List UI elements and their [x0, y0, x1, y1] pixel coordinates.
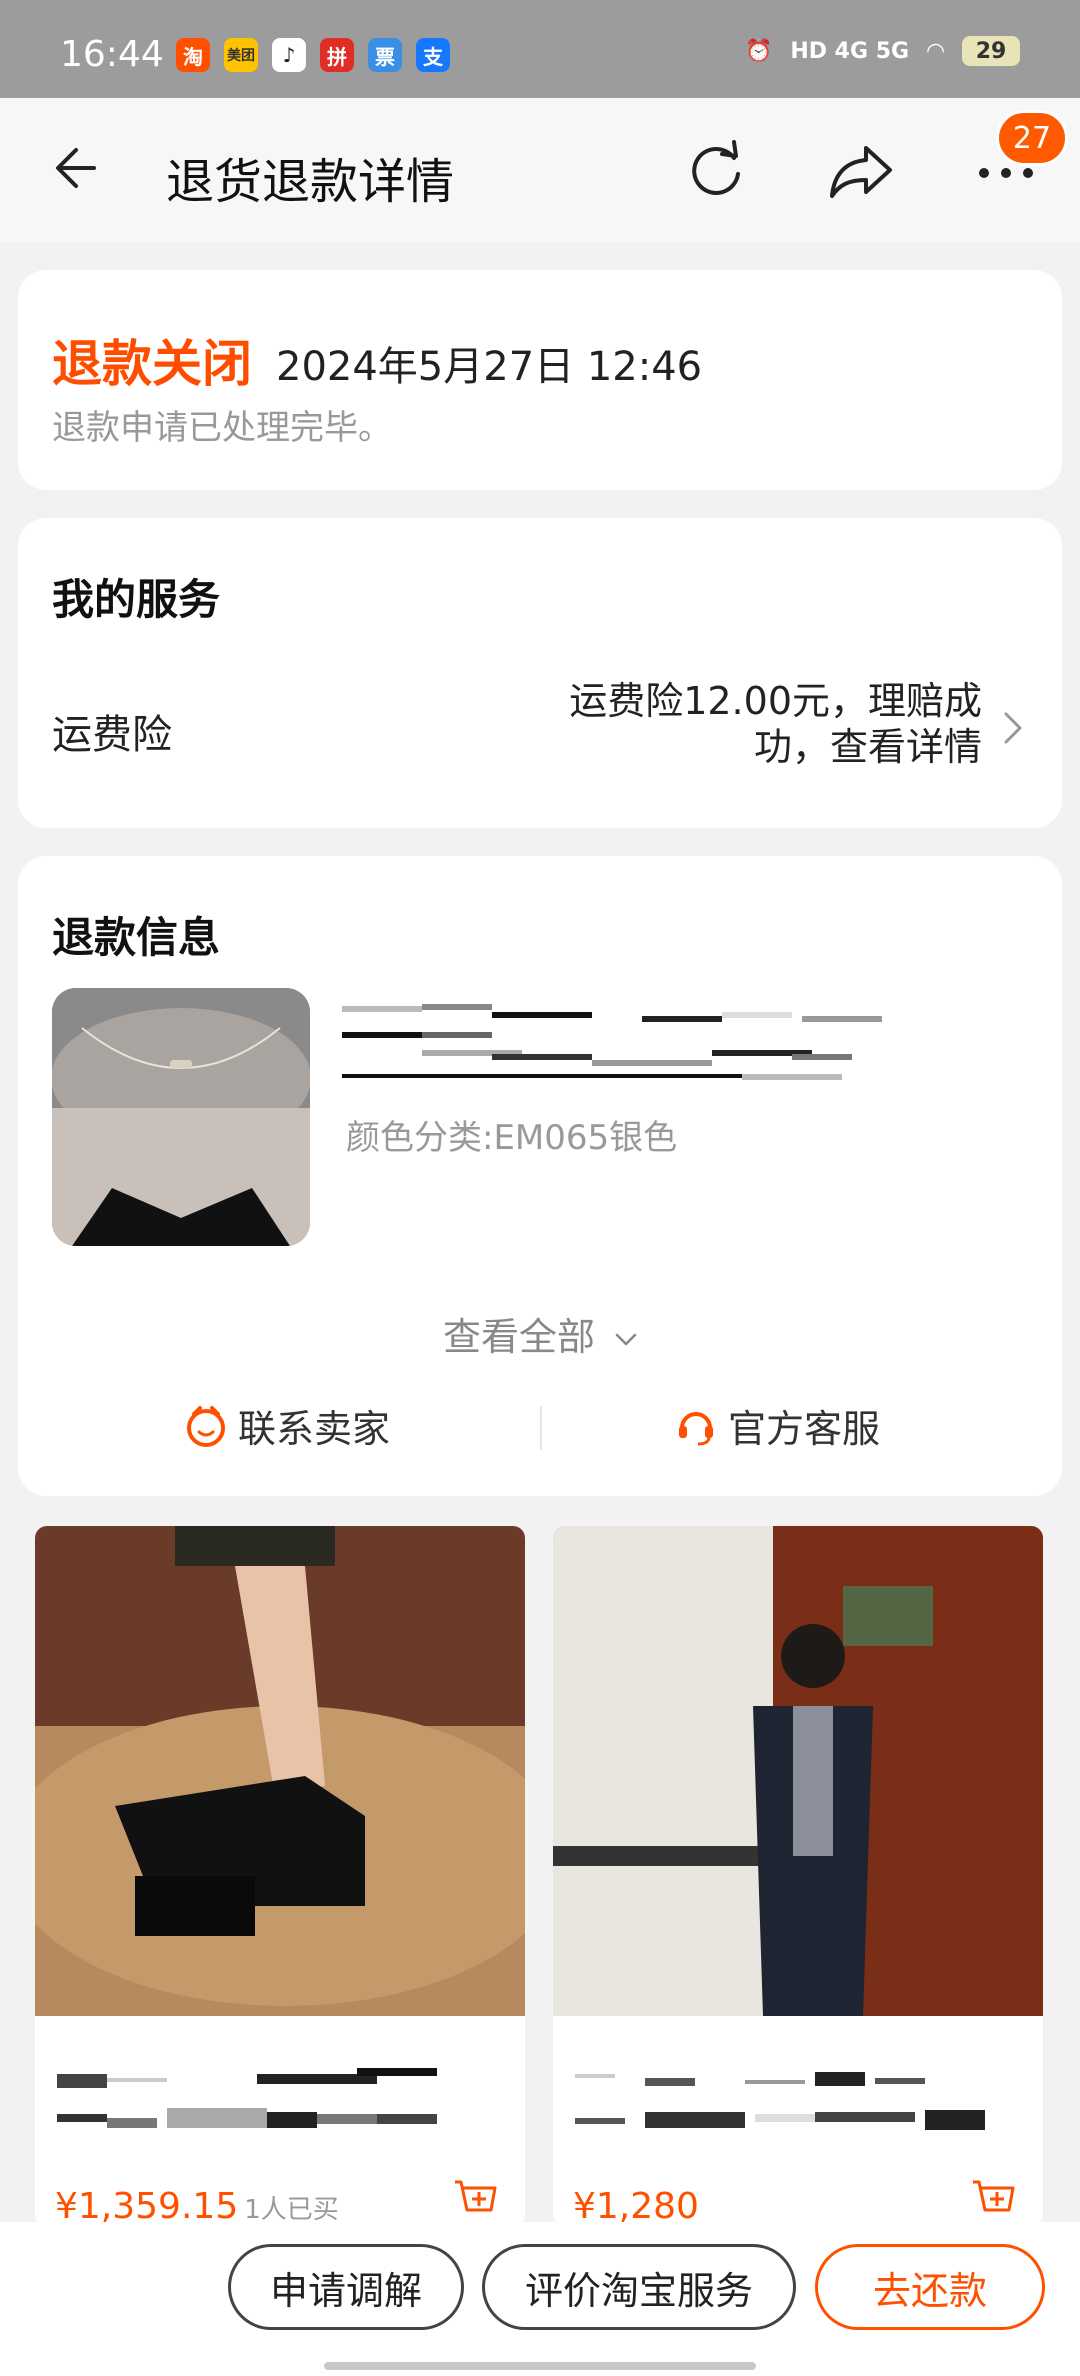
view-all-label: 查看全部	[442, 1315, 595, 1359]
tiktok-app-icon: ♪	[272, 38, 306, 72]
product-title-redacted	[575, 2072, 985, 2130]
recommendation-card[interactable]: ¥1,280	[553, 1526, 1043, 2226]
action-divider	[540, 1406, 542, 1450]
page-title: 退货退款详情	[166, 154, 455, 210]
product-price: ¥1,359.15 1人已买	[55, 2186, 339, 2226]
repay-button[interactable]: 去还款	[815, 2244, 1045, 2330]
notification-badge: 27	[996, 110, 1068, 166]
product-image	[35, 1526, 525, 2016]
contact-actions: 联系卖家 官方客服	[18, 1386, 1062, 1466]
contact-seller-label: 联系卖家	[238, 1407, 391, 1451]
product-spec: 颜色分类:EM065银色	[346, 1118, 678, 1158]
status-indicators: ⏰ HD 4G 5G ◠ 29	[745, 36, 1020, 66]
product-price-value: ¥1,359.15	[55, 2186, 239, 2226]
back-arrow-icon[interactable]	[50, 138, 110, 198]
top-nav-bar: 退货退款详情 27	[0, 98, 1080, 242]
refund-section-title: 退款信息	[52, 913, 221, 962]
pinduoduo-app-icon: 拼	[320, 38, 354, 72]
add-to-cart-icon[interactable]	[969, 2176, 1017, 2224]
add-to-cart-icon[interactable]	[451, 2176, 499, 2224]
status-time: 16:44	[60, 34, 164, 75]
alarm-icon: ⏰	[744, 38, 773, 64]
service-section-title: 我的服务	[52, 575, 221, 624]
bottom-action-bar: 申请调解 评价淘宝服务 去还款	[0, 2222, 1080, 2376]
sold-count: 1人已买	[244, 2195, 339, 2225]
seller-face-icon	[187, 1405, 225, 1447]
official-service-label: 官方客服	[728, 1407, 881, 1451]
refund-info-card: 退款信息 颜色分类:EM065银色 查看全部 联系卖家 官方客服	[18, 856, 1062, 1496]
alipay-app-icon: 支	[416, 38, 450, 72]
view-all-button[interactable]: 查看全部	[18, 1306, 1062, 1361]
product-title-redacted	[57, 2068, 437, 2128]
shipping-insurance-label: 运费险	[52, 712, 172, 758]
request-mediation-button[interactable]: 申请调解	[228, 2244, 464, 2330]
network-indicator: HD 4G 5G	[790, 38, 910, 64]
taobao-app-icon: 淘	[176, 38, 210, 72]
wifi-icon: ◠	[927, 38, 944, 64]
chevron-right-icon[interactable]	[998, 708, 1028, 748]
status-app-icons: 淘 美团 ♪ 拼 票 支	[176, 38, 450, 72]
product-image[interactable]	[52, 988, 310, 1246]
refresh-icon[interactable]	[682, 136, 750, 204]
rate-taobao-service-button[interactable]: 评价淘宝服务	[482, 2244, 796, 2330]
product-title-redacted	[342, 1004, 882, 1080]
product-image	[553, 1526, 1043, 2016]
refund-status: 退款关闭	[52, 335, 252, 393]
battery-icon: 29	[962, 36, 1020, 66]
official-service-button[interactable]: 官方客服	[674, 1398, 880, 1453]
status-bar: 16:44 淘 美团 ♪ 拼 票 支 ⏰ HD 4G 5G ◠ 29	[0, 0, 1080, 98]
refund-status-card: 退款关闭 2024年5月27日 12:46 退款申请已处理完毕。	[18, 270, 1062, 490]
shipping-insurance-detail-link[interactable]: 运费险12.00元，理赔成功，查看详情	[542, 678, 982, 770]
my-service-card: 我的服务 运费险 运费险12.00元，理赔成功，查看详情	[18, 518, 1062, 828]
refund-status-description: 退款申请已处理完毕。	[52, 408, 392, 448]
share-icon[interactable]	[826, 136, 898, 204]
meituan-app-icon: 美团	[224, 38, 258, 72]
product-price-value: ¥1,280	[573, 2186, 699, 2226]
product-price: ¥1,280	[573, 2186, 699, 2226]
home-indicator[interactable]	[324, 2362, 756, 2370]
chevron-down-icon	[615, 1333, 637, 1345]
refund-status-time: 2024年5月27日 12:46	[276, 344, 703, 390]
contact-seller-button[interactable]: 联系卖家	[184, 1398, 390, 1453]
headset-icon	[679, 1411, 713, 1445]
ticket-app-icon: 票	[368, 38, 402, 72]
recommendation-card[interactable]: ¥1,359.15 1人已买	[35, 1526, 525, 2226]
